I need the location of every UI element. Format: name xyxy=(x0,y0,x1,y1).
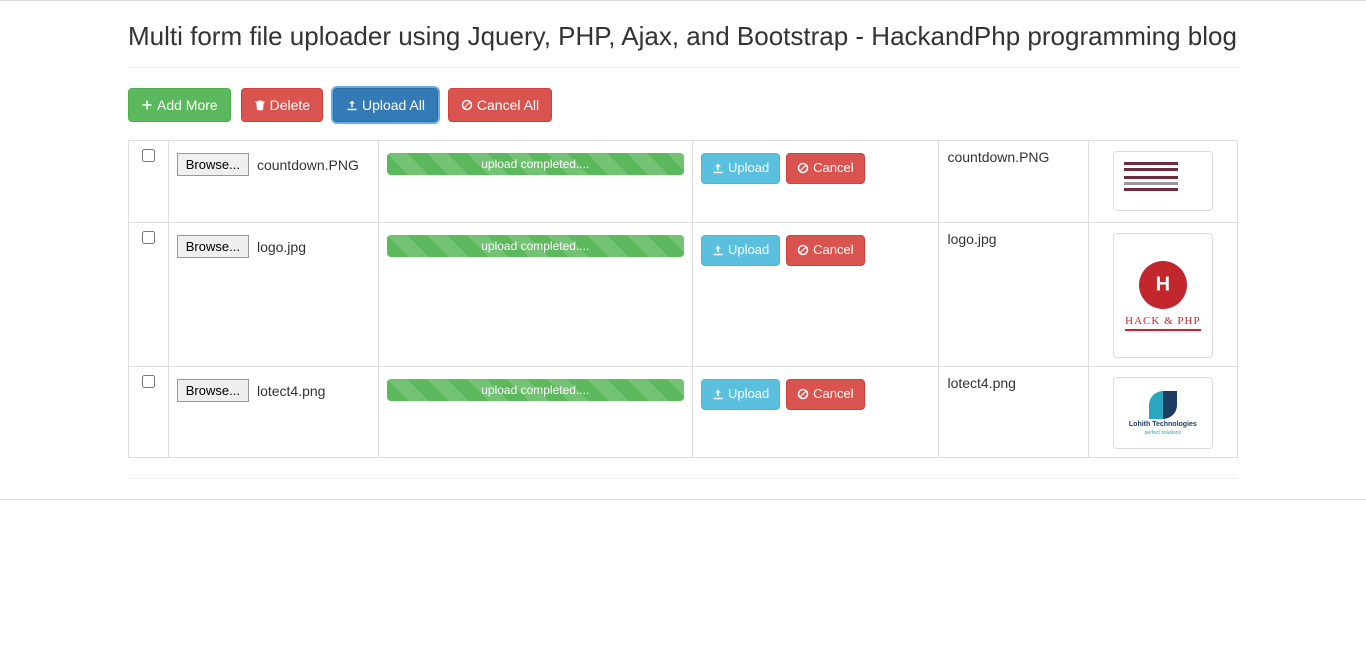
lt-text: Lohith Technologies xyxy=(1129,421,1197,428)
cancel-label: Cancel xyxy=(813,159,853,178)
upload-label: Upload xyxy=(728,241,769,260)
cancel-all-button[interactable]: Cancel All xyxy=(448,88,552,122)
table-row: Browse... lotect4.png upload completed..… xyxy=(129,367,1238,458)
trash-icon xyxy=(254,99,266,111)
add-more-label: Add More xyxy=(157,95,218,115)
upload-button[interactable]: Upload xyxy=(701,379,780,410)
ban-icon xyxy=(461,99,473,111)
table-row: Browse... countdown.PNG upload completed… xyxy=(129,141,1238,223)
upload-all-label: Upload All xyxy=(362,95,425,115)
thumbnail xyxy=(1113,151,1213,211)
result-filename: lotect4.png xyxy=(947,375,1016,391)
progress-fill: upload completed.... xyxy=(387,153,685,175)
cancel-button[interactable]: Cancel xyxy=(786,379,864,410)
upload-icon xyxy=(346,99,358,111)
result-filename: countdown.PNG xyxy=(947,149,1049,165)
delete-button[interactable]: Delete xyxy=(241,88,323,122)
upload-all-button[interactable]: Upload All xyxy=(333,88,438,122)
brand-text: HACK & PHP xyxy=(1125,315,1200,331)
progress-bar: upload completed.... xyxy=(387,379,685,401)
page-title: Multi form file uploader using Jquery, P… xyxy=(128,21,1238,52)
add-more-button[interactable]: Add More xyxy=(128,88,231,122)
selected-filename: countdown.PNG xyxy=(257,157,359,173)
browse-button[interactable]: Browse... xyxy=(177,235,249,258)
divider xyxy=(128,67,1238,68)
thumbnail: H HACK & PHP xyxy=(1113,233,1213,358)
cancel-label: Cancel xyxy=(813,241,853,260)
upload-icon xyxy=(712,244,724,256)
upload-label: Upload xyxy=(728,385,769,404)
ban-icon xyxy=(797,162,809,174)
ban-icon xyxy=(797,388,809,400)
progress-fill: upload completed.... xyxy=(387,235,685,257)
files-table: Browse... countdown.PNG upload completed… xyxy=(128,140,1238,458)
upload-icon xyxy=(712,388,724,400)
cancel-button[interactable]: Cancel xyxy=(786,235,864,266)
ban-icon xyxy=(797,244,809,256)
row-checkbox[interactable] xyxy=(142,149,155,162)
divider xyxy=(128,478,1238,479)
thumbnail: Lohith Technologies perfect solutions xyxy=(1113,377,1213,449)
upload-button[interactable]: Upload xyxy=(701,235,780,266)
upload-icon xyxy=(712,162,724,174)
result-filename: logo.jpg xyxy=(947,231,996,247)
toolbar: Add More Delete Upload All Cancel All xyxy=(128,88,1238,122)
cancel-label: Cancel xyxy=(813,385,853,404)
row-checkbox[interactable] xyxy=(142,231,155,244)
table-row: Browse... logo.jpg upload completed.... … xyxy=(129,223,1238,367)
selected-filename: lotect4.png xyxy=(257,383,326,399)
lt-sub: perfect solutions xyxy=(1145,430,1181,436)
selected-filename: logo.jpg xyxy=(257,239,306,255)
cancel-all-label: Cancel All xyxy=(477,95,539,115)
upload-label: Upload xyxy=(728,159,769,178)
plus-icon xyxy=(141,99,153,111)
browse-button[interactable]: Browse... xyxy=(177,153,249,176)
browse-button[interactable]: Browse... xyxy=(177,379,249,402)
progress-fill: upload completed.... xyxy=(387,379,685,401)
row-checkbox[interactable] xyxy=(142,375,155,388)
delete-label: Delete xyxy=(270,95,310,115)
progress-bar: upload completed.... xyxy=(387,235,685,257)
progress-bar: upload completed.... xyxy=(387,153,685,175)
cancel-button[interactable]: Cancel xyxy=(786,153,864,184)
upload-button[interactable]: Upload xyxy=(701,153,780,184)
